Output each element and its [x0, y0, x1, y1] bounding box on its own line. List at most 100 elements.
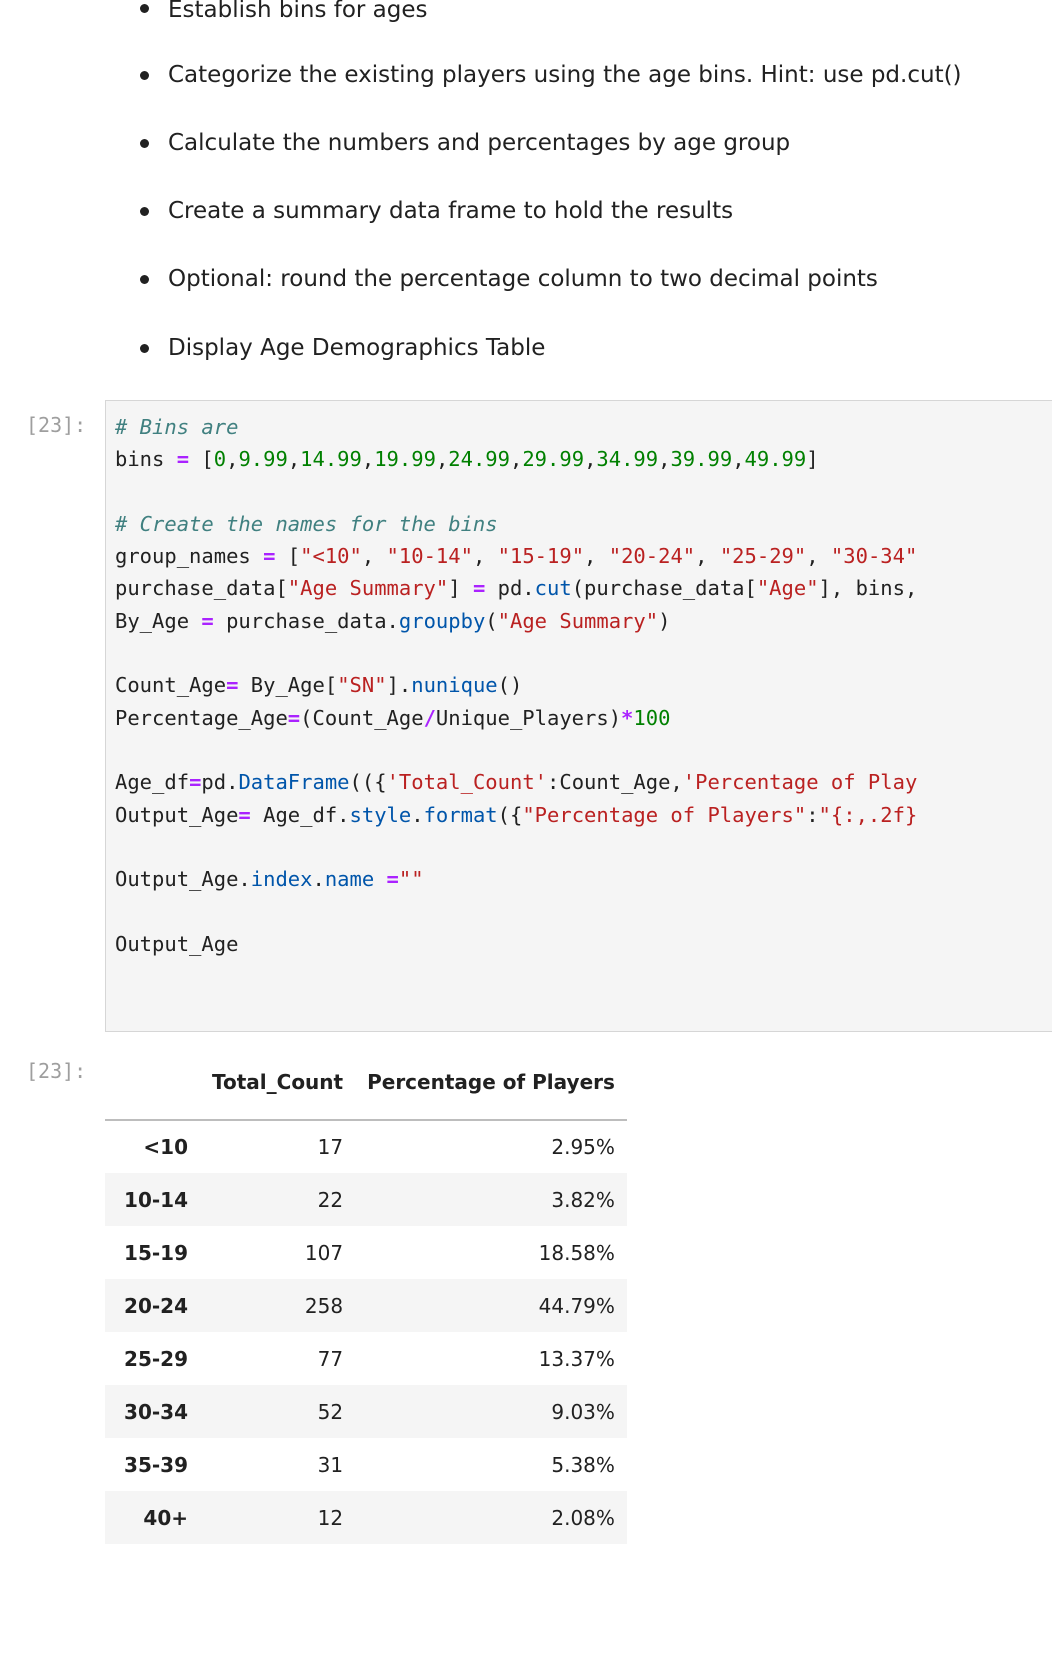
- cell-percentage: 5.38%: [551, 1452, 615, 1477]
- row-index: 15-19: [124, 1240, 188, 1265]
- code-token: Unique_Players): [435, 705, 622, 730]
- code-token: :Count_Age,: [547, 770, 683, 795]
- code-token: Output_Age: [115, 802, 239, 827]
- code-string: 'Percentage of Play: [682, 770, 918, 795]
- code-token: pd.: [485, 576, 535, 601]
- row-index: <10: [143, 1135, 188, 1159]
- cell-count: 12: [317, 1505, 344, 1530]
- input-prompt: [23]:: [26, 413, 87, 437]
- code-string: 20-24: [621, 544, 683, 569]
- code-string: "Age Summary": [287, 576, 449, 601]
- code-function: style: [349, 802, 412, 827]
- cell-percentage: 9.03%: [551, 1399, 615, 1424]
- code-function: index: [250, 867, 313, 892]
- table-row: 30-34 52 9.03%: [105, 1385, 627, 1438]
- code-token: Output_Age.: [115, 867, 251, 892]
- code-function: format: [423, 802, 498, 827]
- code-token: ], bins,: [818, 576, 918, 601]
- code-token: (Count_Age: [300, 705, 424, 730]
- code-string: "Age": [756, 576, 819, 601]
- code-function: groupby: [398, 608, 486, 633]
- code-function: cut: [534, 576, 572, 601]
- code-token: (({: [349, 770, 387, 795]
- table-row: 40+ 12 2.08%: [105, 1491, 627, 1544]
- table-row: 15-19 107 18.58%: [105, 1226, 627, 1279]
- code-editor[interactable]: # Bins are bins = [0,9.99,14.99,19.99,24…: [105, 400, 1052, 1032]
- cell-percentage: 3.82%: [551, 1187, 615, 1212]
- code-token: Age_df: [115, 770, 190, 795]
- code-string: 25-29: [732, 544, 794, 569]
- code-comment: # Bins are: [115, 415, 239, 439]
- code-string: "SN": [337, 673, 387, 698]
- table-header-row: Total_Count Percentage of Players: [105, 1045, 627, 1121]
- code-number: 39.99: [670, 447, 733, 472]
- table-row: 20-24 258 44.79%: [105, 1279, 627, 1332]
- bullet-dot-icon: [140, 275, 149, 284]
- cell-count: 52: [317, 1399, 344, 1424]
- code-token: (purchase_data[: [571, 576, 757, 601]
- table-row: <10 17 2.95%: [105, 1120, 627, 1173]
- cell-count: 17: [317, 1135, 344, 1159]
- code-token: By_Age[: [238, 673, 338, 698]
- table-header-index: [105, 1045, 200, 1121]
- code-number: 19.99: [374, 447, 436, 472]
- row-index: 40+: [143, 1505, 188, 1530]
- code-token: purchase_data[: [115, 576, 288, 601]
- cell-count: 31: [317, 1452, 344, 1477]
- cell-count: 77: [317, 1346, 344, 1371]
- code-string: "{:,.2f}: [818, 802, 918, 827]
- cell-percentage: 2.95%: [551, 1135, 615, 1159]
- code-token: pd.: [201, 770, 239, 795]
- bullet-dot-icon: [140, 344, 149, 353]
- code-string: 10-14: [398, 544, 461, 569]
- code-token: ]: [448, 576, 473, 601]
- cell-percentage: 2.08%: [551, 1505, 615, 1530]
- cell-count: 258: [304, 1293, 344, 1318]
- cell-percentage: 44.79%: [538, 1293, 615, 1318]
- bullet-dot-icon: [140, 71, 149, 80]
- code-text: # Bins are bins = [0,9.99,14.99,19.99,24…: [115, 415, 918, 956]
- list-item-text: Establish bins for ages: [168, 0, 428, 23]
- code-number: 100: [633, 705, 671, 730]
- list-item-text: Calculate the numbers and percentages by…: [168, 130, 791, 156]
- cell-percentage: 18.58%: [538, 1240, 615, 1265]
- cell-count: 22: [317, 1187, 344, 1212]
- table-row: 25-29 77 13.37%: [105, 1332, 627, 1385]
- list-item-text: Display Age Demographics Table: [168, 335, 546, 361]
- code-string: "": [398, 867, 424, 892]
- code-string: <10: [312, 544, 350, 569]
- list-item-text: Create a summary data frame to hold the …: [168, 198, 734, 224]
- code-token: By_Age: [115, 608, 202, 633]
- code-token: .: [312, 867, 325, 892]
- row-index: 20-24: [124, 1293, 188, 1318]
- code-number: 29.99: [522, 447, 585, 472]
- code-token: :: [806, 802, 819, 827]
- code-string: 30-34: [843, 544, 905, 569]
- code-function: nunique: [411, 673, 498, 698]
- code-token: Output_Age: [115, 931, 239, 956]
- list-item-text: Categorize the existing players using th…: [168, 62, 962, 88]
- row-index: 35-39: [124, 1452, 188, 1477]
- cell-percentage: 13.37%: [538, 1346, 615, 1371]
- code-function: DataFrame: [238, 770, 350, 795]
- code-number: 34.99: [596, 447, 659, 472]
- age-demographics-table: Total_Count Percentage of Players <10 17…: [105, 1045, 627, 1544]
- code-number: 49.99: [744, 447, 807, 472]
- table-row: 35-39 31 5.38%: [105, 1438, 627, 1491]
- row-index: 10-14: [124, 1187, 188, 1212]
- output-prompt: [23]:: [26, 1059, 87, 1083]
- code-token: bins: [115, 447, 165, 472]
- bullet-dot-icon: [140, 139, 149, 148]
- cell-count: 107: [304, 1240, 344, 1265]
- code-token: Count_Age: [115, 673, 227, 698]
- table-header-total-count: Total_Count: [200, 1045, 356, 1121]
- code-token: purchase_data.: [213, 608, 399, 633]
- code-token: ({: [497, 802, 523, 827]
- code-string: "Age Summary": [497, 608, 659, 633]
- row-index: 25-29: [124, 1346, 188, 1371]
- code-token: (): [497, 673, 523, 698]
- list-item-text: Optional: round the percentage column to…: [168, 266, 878, 292]
- code-string: 15-19: [509, 544, 572, 569]
- row-index: 30-34: [124, 1399, 188, 1424]
- bullet-dot-icon: [140, 207, 149, 216]
